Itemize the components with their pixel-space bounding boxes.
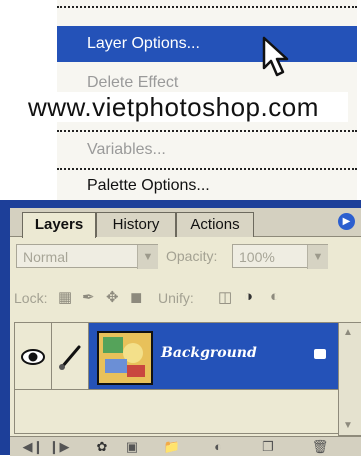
lock-transparency-icon[interactable]: ▦ xyxy=(58,288,72,306)
menu-separator xyxy=(57,168,357,170)
unify-style-icon[interactable]: ◐ xyxy=(270,288,279,305)
layers-scrollbar[interactable]: ▲ ▼ xyxy=(338,322,361,436)
blend-mode-select[interactable]: Normal ▼ xyxy=(16,244,158,269)
layer-thumbnail xyxy=(97,331,153,385)
layers-list: Background xyxy=(14,322,339,434)
menu-item-label: Palette Options... xyxy=(87,177,210,194)
lock-all-icon[interactable]: ◼ xyxy=(130,288,142,306)
watermark-text: www.vietphotoshop.com xyxy=(28,92,348,122)
menu-separator xyxy=(57,6,357,8)
new-set-icon[interactable]: 📁 xyxy=(160,439,184,454)
chevron-down-icon: ▼ xyxy=(137,245,158,269)
add-mask-icon[interactable]: ▣ xyxy=(120,439,144,454)
tab-label: Actions xyxy=(190,216,240,233)
chevron-down-icon: ▼ xyxy=(307,245,328,269)
adjustment-layer-icon[interactable]: ◐ xyxy=(206,439,230,454)
blend-row: Normal ▼ Opacity: 100% ▼ xyxy=(10,244,361,270)
prev-icon[interactable]: ◀❙ xyxy=(22,439,44,454)
layers-palette: Layers History Actions ▶ Normal ▼ Opacit… xyxy=(10,208,361,456)
blend-mode-value: Normal xyxy=(23,249,69,265)
unify-position-icon[interactable]: ◫ xyxy=(218,288,232,306)
layer-style-icon[interactable]: ✿ xyxy=(90,439,114,454)
tab-layers[interactable]: Layers xyxy=(22,212,96,238)
palette-bottom-toolbar: ◀❙ ❙▶ ✿ ▣ 📁 ◐ ❐ 🗑 xyxy=(10,436,361,456)
next-icon[interactable]: ❙▶ xyxy=(48,439,70,454)
mouse-cursor-icon xyxy=(262,36,289,77)
layer-name: Background xyxy=(161,345,257,361)
menu-item-layer-options[interactable]: Layer Options... xyxy=(57,26,357,62)
opacity-value: 100% xyxy=(239,249,275,265)
tab-actions[interactable]: Actions xyxy=(176,212,254,237)
menu-item-variables: Variables... xyxy=(57,136,357,164)
layer-visibility-toggle[interactable] xyxy=(15,323,52,389)
layer-background-selected[interactable]: Background xyxy=(89,323,338,389)
scroll-up-icon[interactable]: ▲ xyxy=(343,327,353,338)
layer-thumbnail-image xyxy=(99,333,151,383)
trash-icon[interactable]: 🗑 xyxy=(308,439,332,454)
eye-icon xyxy=(21,349,45,365)
menu-item-label: Variables... xyxy=(87,141,166,158)
menu-separator xyxy=(57,130,357,132)
lock-row: Lock: ▦ ✒ ✥ ◼ Unify: ◫ ◑ ◐ xyxy=(10,288,361,310)
menu-item-label: Delete Effect xyxy=(87,74,179,91)
tab-label: Layers xyxy=(34,216,84,233)
new-layer-icon[interactable]: ❐ xyxy=(256,439,280,454)
palette-tab-bar: Layers History Actions ▶ xyxy=(10,208,361,238)
unify-visibility-icon[interactable]: ◑ xyxy=(244,288,253,305)
tab-label: History xyxy=(112,216,160,233)
layer-row[interactable]: Background xyxy=(15,323,338,390)
lock-brush-icon[interactable]: ✒ xyxy=(82,288,95,306)
unify-label: Unify: xyxy=(158,290,194,306)
layer-link-cell[interactable] xyxy=(52,323,89,389)
menu-item-label: Layer Options... xyxy=(87,35,200,52)
scroll-down-icon[interactable]: ▼ xyxy=(343,420,353,431)
lock-move-icon[interactable]: ✥ xyxy=(106,288,119,306)
lock-icon xyxy=(314,349,326,359)
triangle-right-icon: ▶ xyxy=(342,216,351,227)
lock-label: Lock: xyxy=(14,290,48,306)
palette-menu-button[interactable]: ▶ xyxy=(338,213,355,230)
opacity-label: Opacity: xyxy=(166,248,218,264)
opacity-field[interactable]: 100% ▼ xyxy=(232,244,328,269)
tab-history[interactable]: History xyxy=(96,212,176,237)
paintbrush-icon xyxy=(59,345,81,370)
menu-item-palette-options[interactable]: Palette Options... xyxy=(57,172,357,200)
